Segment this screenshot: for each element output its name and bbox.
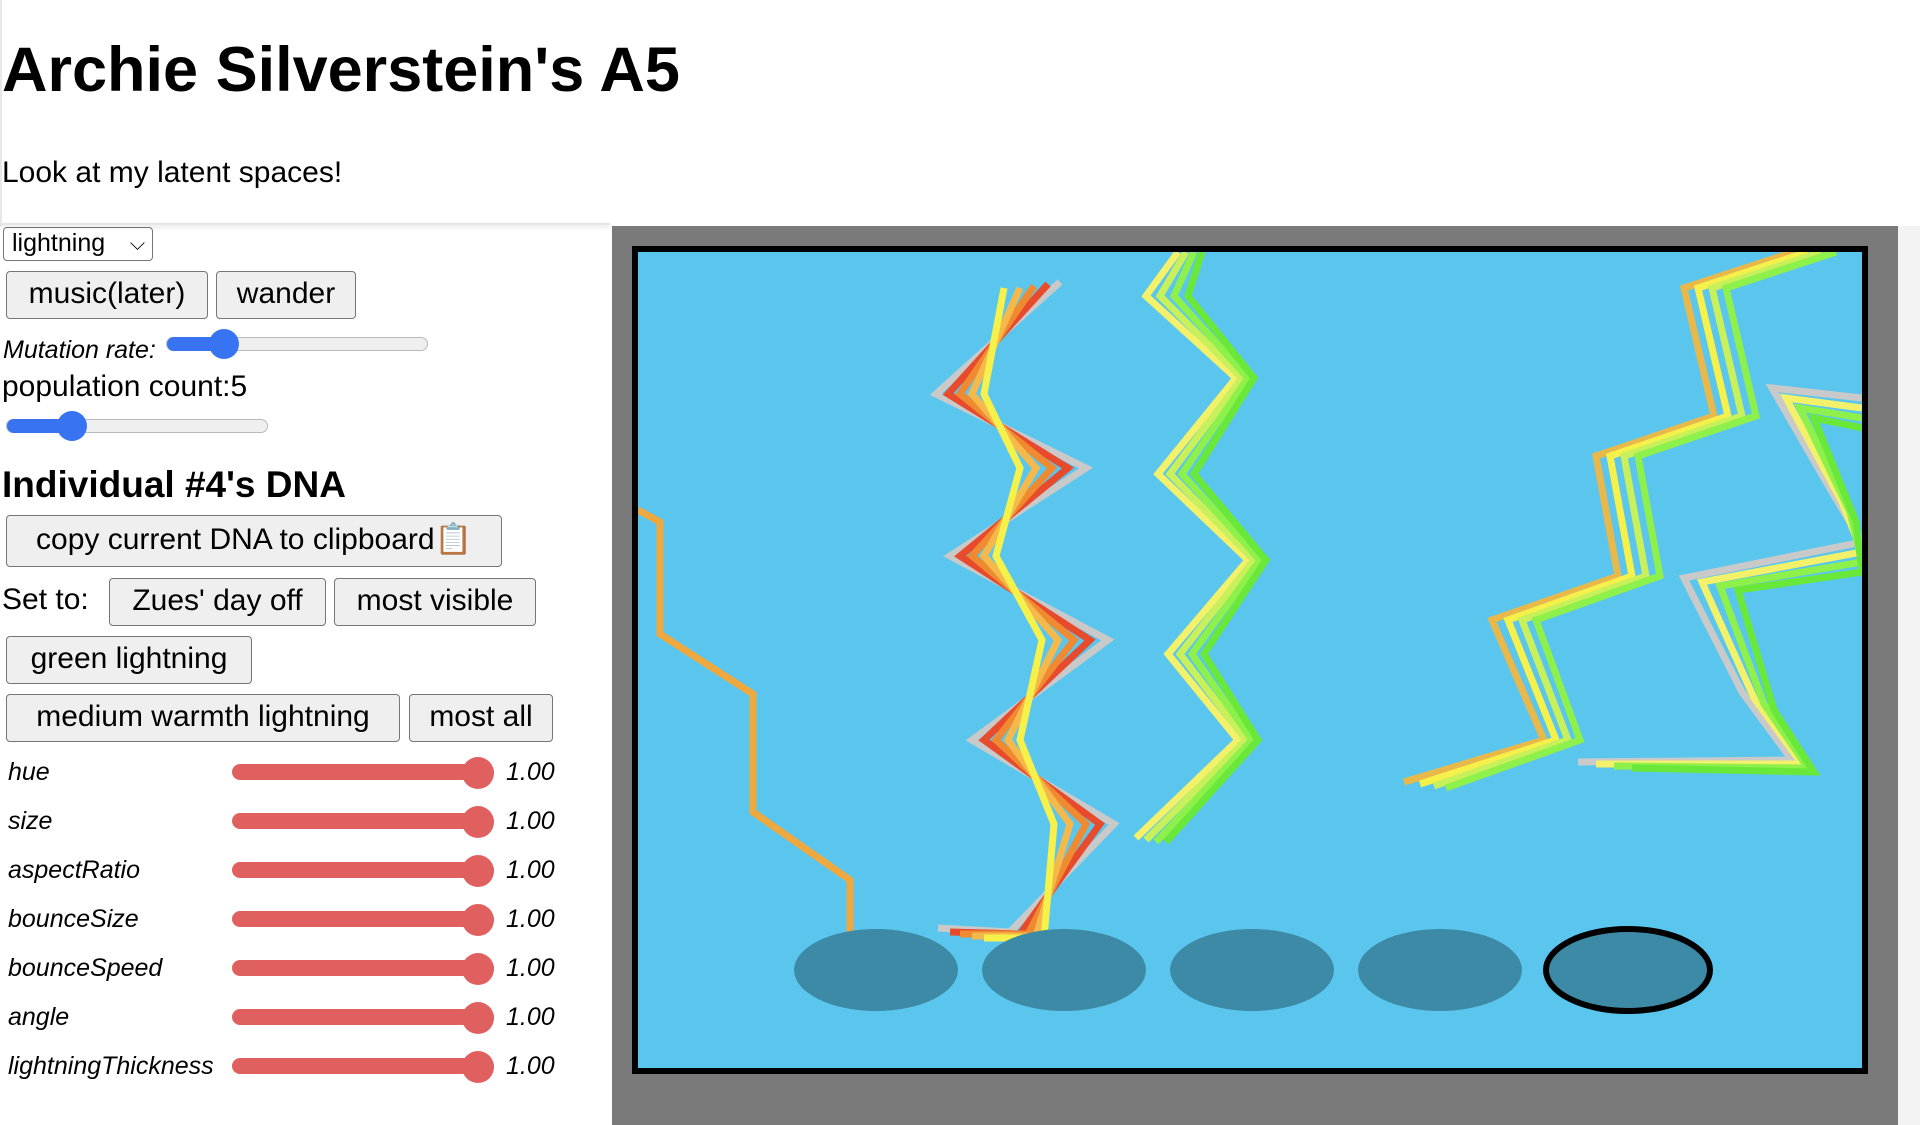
- wander-button[interactable]: wander: [216, 271, 356, 319]
- page-title: Archie Silverstein's A5: [2, 35, 680, 105]
- mutation-rate-label: Mutation rate:: [3, 336, 156, 364]
- dna-slider-track[interactable]: [232, 960, 494, 976]
- mutation-rate-thumb[interactable]: [209, 329, 239, 359]
- controls-panel: lightning ⌵ music(later) wander Mutation…: [0, 226, 612, 1125]
- dna-slider-thumb[interactable]: [462, 953, 494, 985]
- dna-slider-track[interactable]: [232, 1009, 494, 1025]
- drawing-canvas[interactable]: [632, 246, 1868, 1074]
- dna-value: 1.00: [506, 856, 555, 884]
- dna-value: 1.00: [506, 1003, 555, 1031]
- dna-row-bounce-speed: bounceSpeed 1.00: [0, 948, 600, 988]
- creature-shadow: [1170, 929, 1334, 1011]
- lightning-scene: [638, 252, 1862, 1014]
- dna-name: angle: [8, 1003, 70, 1031]
- dna-slider-track[interactable]: [232, 813, 494, 829]
- lightning-bolt-group: [929, 279, 1120, 942]
- dna-heading: Individual #4's DNA: [2, 464, 346, 505]
- right-edge-shade: [1898, 226, 1920, 1125]
- dna-value: 1.00: [506, 807, 555, 835]
- page-subtitle: Look at my latent spaces!: [2, 156, 343, 189]
- preset-green-lightning-button[interactable]: green lightning: [6, 636, 252, 684]
- mode-select-value: lightning: [12, 229, 106, 257]
- dna-name: bounceSize: [8, 905, 139, 933]
- dna-row-lightning-thickness: lightningThickness 1.00: [0, 1046, 600, 1086]
- dna-value: 1.00: [506, 758, 555, 786]
- dna-value: 1.00: [506, 1052, 555, 1080]
- music-button[interactable]: music(later): [6, 271, 208, 319]
- preset-medium-warmth-lightning-button[interactable]: medium warmth lightning: [6, 694, 400, 742]
- dna-value: 1.00: [506, 954, 555, 982]
- population-count-label: population count:5: [2, 370, 248, 403]
- lightning-bolt-group: [1133, 252, 1271, 845]
- dna-slider-thumb[interactable]: [462, 904, 494, 936]
- dna-row-size: size 1.00: [0, 801, 600, 841]
- creature-shadow: [1358, 929, 1522, 1011]
- population-slider[interactable]: [6, 411, 268, 441]
- lightning-bolt-group: [1402, 252, 1862, 792]
- mode-select[interactable]: lightning ⌵: [3, 227, 153, 261]
- page-right-edge: [1898, 0, 1920, 1125]
- dna-slider-thumb[interactable]: [462, 806, 494, 838]
- dna-name: hue: [8, 758, 50, 786]
- dna-row-angle: angle 1.00: [0, 997, 600, 1037]
- dna-slider-track[interactable]: [232, 764, 494, 780]
- dna-slider-thumb[interactable]: [462, 757, 494, 789]
- header: Archie Silverstein's A5 Look at my laten…: [0, 0, 1898, 226]
- dna-name: aspectRatio: [8, 856, 141, 884]
- mutation-rate-slider[interactable]: [166, 329, 428, 359]
- population-thumb[interactable]: [57, 411, 87, 441]
- creature-shadow: [794, 929, 958, 1011]
- dna-slider-thumb[interactable]: [462, 855, 494, 887]
- dna-slider-thumb[interactable]: [462, 1002, 494, 1034]
- dna-row-hue: hue 1.00: [0, 752, 600, 792]
- dna-name: bounceSpeed: [8, 954, 163, 982]
- dna-name: lightningThickness: [8, 1052, 214, 1080]
- dna-row-aspect-ratio: aspectRatio 1.00: [0, 850, 600, 890]
- dna-slider-track[interactable]: [232, 1058, 494, 1074]
- dna-slider-track[interactable]: [232, 862, 494, 878]
- copy-dna-button[interactable]: copy current DNA to clipboard📋: [6, 515, 502, 567]
- divider: [0, 223, 610, 225]
- dna-slider-track[interactable]: [232, 911, 494, 927]
- preset-zues-day-off-button[interactable]: Zues' day off: [109, 578, 326, 626]
- preset-most-visible-button[interactable]: most visible: [334, 578, 536, 626]
- set-to-label: Set to:: [2, 583, 89, 616]
- selected-creature-shadow[interactable]: [1543, 926, 1713, 1014]
- chevron-down-icon: ⌵: [129, 233, 145, 255]
- dna-value: 1.00: [506, 905, 555, 933]
- dna-row-bounce-size: bounceSize 1.00: [0, 899, 600, 939]
- creature-shadow: [982, 929, 1146, 1011]
- preset-most-all-button[interactable]: most all: [409, 694, 553, 742]
- dna-name: size: [8, 807, 53, 835]
- dna-slider-thumb[interactable]: [462, 1051, 494, 1083]
- lightning-bolt: [638, 506, 854, 992]
